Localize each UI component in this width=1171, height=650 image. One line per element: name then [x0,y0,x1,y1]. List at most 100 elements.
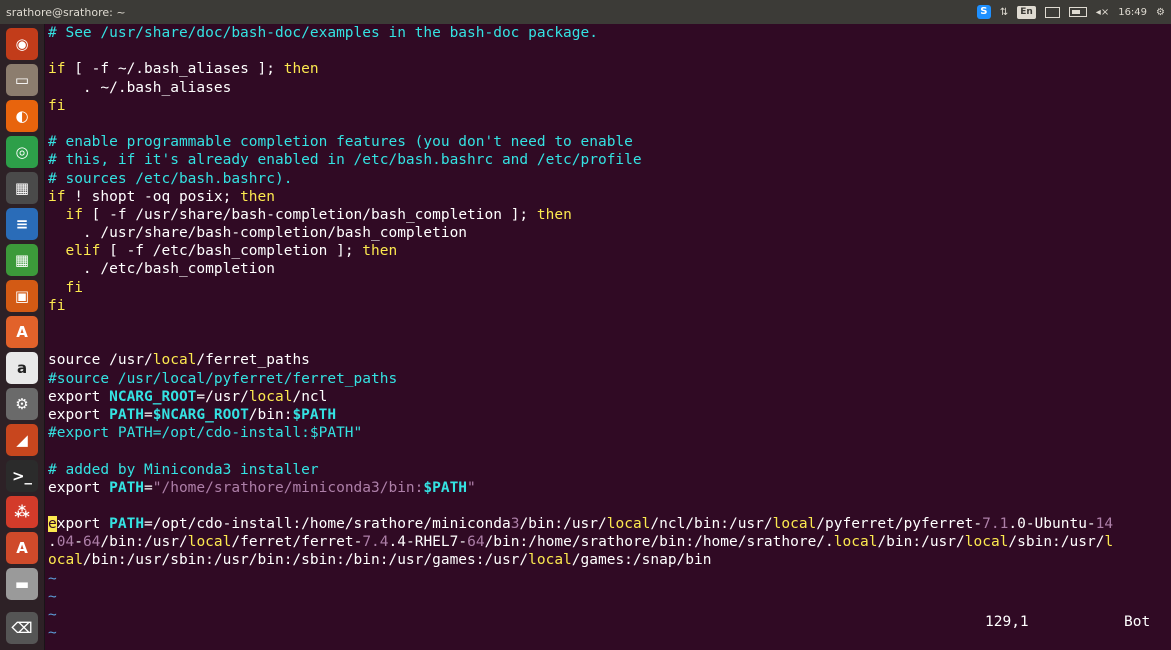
code-token: fi [48,97,66,114]
code-token: [ -f ~/.bash_aliases ]; [65,61,284,78]
system-tray: S ⇅ En ◂× 16:49 ⚙ [976,5,1171,19]
code-token: ~ [48,588,57,605]
software-updater-icon[interactable]: A [6,532,38,564]
keyboard-layout-indicator[interactable]: En [1017,5,1036,19]
ubuntu-dash-icon[interactable]: ◉ [6,28,38,60]
terminal-line: elif [ -f /etc/bash_completion ]; then [46,242,1171,260]
code-token: = [144,406,153,423]
code-token: # See /usr/share/doc/bash-doc/examples i… [48,25,598,41]
code-token: #source /usr/local/pyferret/ferret_paths [48,370,398,387]
terminal-line: ~ [46,570,1171,588]
trash-icon[interactable]: ⌫ [6,612,38,644]
libreoffice-impress-icon[interactable]: ▣ [6,280,38,312]
settings-gear-icon[interactable]: ⚙ [1156,7,1165,18]
code-token: /bin:/usr/ [100,534,188,551]
code-token: "/home/srathore/miniconda3/bin: [152,479,424,496]
terminal-line: # this, if it's already enabled in /etc/… [46,151,1171,169]
code-token: then [362,243,398,260]
terminal-line: # added by Miniconda3 installer [46,461,1171,479]
libreoffice-calc-icon[interactable]: ▦ [6,244,38,276]
code-token: =/opt/cdo-install:/home/srathore/minicon… [144,516,511,533]
code-token: if [48,61,66,78]
code-token: /sbin:/usr/ [1008,534,1105,551]
code-token: fi [48,297,66,314]
code-token: PATH [109,406,145,423]
clock[interactable]: 16:49 [1118,7,1147,18]
code-token: $NCARG_ROOT [152,406,249,423]
skype-icon[interactable]: S [976,5,991,19]
mail-icon[interactable] [1044,6,1060,18]
terminal-line: source /usr/local/ferret_paths [46,351,1171,369]
code-token: /games:/snap/bin [571,552,712,569]
amazon-icon[interactable]: a [6,352,38,384]
firefox-icon[interactable]: ◐ [6,100,38,132]
code-token: . /etc/bash_completion [48,261,275,278]
code-token: /bin: [248,406,293,423]
code-token: fi [65,279,83,296]
matlab-icon[interactable]: ◢ [6,424,38,456]
code-token: if [65,206,83,223]
system-settings-icon[interactable]: ⚙ [6,388,38,420]
terminal-icon[interactable]: >_ [6,460,38,492]
code-token: #export PATH=/opt/cdo-install:$PATH" [48,425,363,442]
software-center-icon[interactable]: A [6,316,38,348]
code-token: ! shopt -oq posix; [65,188,241,205]
calculator-icon[interactable]: ▦ [6,172,38,204]
code-token: local [528,552,572,569]
code-token: /bin:/usr/ [877,534,965,551]
code-token: /usr/ [205,388,249,405]
terminal-line: # sources /etc/bash.bashrc). [46,170,1171,188]
code-token: # added by Miniconda3 installer [48,461,319,478]
libreoffice-writer-icon[interactable]: ≡ [6,208,38,240]
code-token: /bin:/home/srathore/bin:/home/srathore/. [484,534,834,551]
code-token: PATH [109,479,145,496]
terminal-line: #source /usr/local/pyferret/ferret_paths [46,370,1171,388]
code-token: /pyferret/pyferret- [816,516,983,533]
code-token: /ferret/ferret- [231,534,363,551]
code-token: local [152,352,197,369]
code-token: ~ [48,570,57,587]
terminal-line: # enable programmable completion feature… [46,133,1171,151]
terminal-line: . /etc/bash_completion [46,260,1171,278]
terminal-line: if [ -f ~/.bash_aliases ]; then [46,60,1171,78]
vim-terminal[interactable]: # See /usr/share/doc/bash-doc/examples i… [46,24,1171,650]
terminal-line: fi [46,297,1171,315]
code-token: xport [56,516,110,533]
terminal-line: export PATH=/opt/cdo-install:/home/srath… [46,515,1171,533]
code-token: . [48,534,57,551]
code-token: local [187,534,232,551]
battery-icon[interactable] [1068,7,1087,17]
code-token: .0-Ubuntu- [1008,516,1096,533]
code-token: source /usr/ [48,352,153,369]
code-token: 64 [82,534,101,551]
volume-icon[interactable]: ◂× [1096,7,1109,18]
code-token: 14 [1095,516,1114,533]
ubuntu-one-icon[interactable]: ⁂ [6,496,38,528]
code-token: export [48,479,110,496]
code-token: 04 [56,534,75,551]
code-token: then [536,206,572,223]
code-token: [ -f /usr/share/bash-completion/bash_com… [82,206,537,223]
code-token: # this, if it's already enabled in /etc/… [48,152,642,169]
code-token: local [248,388,293,405]
drive-icon[interactable]: ▬ [6,568,38,600]
chrome-icon[interactable]: ◎ [6,136,38,168]
code-token: ocal [48,552,83,569]
files-icon[interactable]: ▭ [6,64,38,96]
code-token: local [964,534,1009,551]
code-token: . /usr/share/bash-completion/bash_comple… [48,225,468,242]
terminal-line: fi [46,279,1171,297]
code-token: . ~/.bash_aliases [48,79,232,96]
code-token: /ncl [292,388,328,405]
code-token: 7.4 [362,534,389,551]
cursor-position: 129,1 [985,614,1029,630]
code-token: - [74,534,83,551]
network-icon[interactable]: ⇅ [1000,7,1008,18]
